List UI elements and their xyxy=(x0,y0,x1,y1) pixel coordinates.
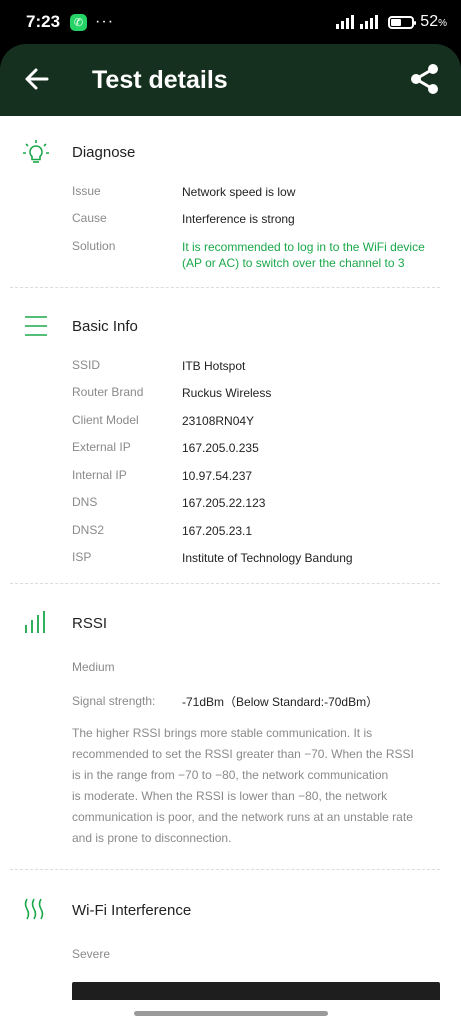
battery-icon xyxy=(388,15,417,29)
list-icon xyxy=(25,316,47,336)
internal-ip-label: Internal IP xyxy=(72,468,127,482)
cellular-signal-icon xyxy=(336,15,355,29)
solution-value-line2: (AP or AC) to switch over the channel to… xyxy=(182,256,405,270)
ssid-value: ITB Hotspot xyxy=(182,359,246,373)
page-title: Test details xyxy=(92,66,228,94)
wifi-interference-title: Wi-Fi Interference xyxy=(72,902,192,919)
cellular-signal-2-icon xyxy=(360,15,379,29)
signal-bars-icon xyxy=(25,611,45,633)
router-brand-value: Ruckus Wireless xyxy=(182,386,272,400)
app-header: Test details xyxy=(0,44,461,116)
rssi-title: RSSI xyxy=(72,615,108,632)
rssi-description-line: is in the range from −70 to −80, the net… xyxy=(72,768,389,782)
divider xyxy=(10,583,440,584)
isp-label: ISP xyxy=(72,550,92,564)
dns2-value: 167.205.23.1 xyxy=(182,524,253,538)
ssid-label: SSID xyxy=(72,358,101,372)
status-bar: 7:23 ✆ ··· 52% xyxy=(0,0,461,44)
status-time: 7:23 xyxy=(26,12,61,31)
divider xyxy=(10,869,440,870)
wave-interference-icon xyxy=(24,898,44,920)
rssi-description-line: is moderate. When the RSSI is lower than… xyxy=(72,789,388,803)
rssi-description-line: recommended to set the RSSI greater than… xyxy=(72,747,414,761)
battery-percent: 52% xyxy=(420,13,447,30)
signal-strength-label: Signal strength: xyxy=(72,694,156,708)
divider xyxy=(10,287,440,288)
wifi-interference-level: Severe xyxy=(72,947,111,961)
rssi-description: The higher RSSI brings more stable commu… xyxy=(72,723,434,849)
rssi-description-line: and is prone to disconnection. xyxy=(72,831,232,845)
external-ip-value: 167.205.0.235 xyxy=(182,441,259,455)
basic-info-title: Basic Info xyxy=(72,318,138,335)
dns-label: DNS xyxy=(72,495,98,509)
client-model-value: 23108RN04Y xyxy=(182,414,255,428)
signal-strength-value: -71dBm（Below Standard:-70dBm） xyxy=(182,695,379,709)
solution-label: Solution xyxy=(72,239,116,253)
dns2-label: DNS2 xyxy=(72,523,105,537)
issue-value: Network speed is low xyxy=(182,185,296,199)
rssi-description-line: communication is poor, and the network r… xyxy=(72,810,413,824)
diagnose-title: Diagnose xyxy=(72,144,136,161)
back-arrow-icon[interactable] xyxy=(22,64,52,94)
cause-value: Interference is strong xyxy=(182,212,295,226)
dns-value: 167.205.22.123 xyxy=(182,496,266,510)
cause-label: Cause xyxy=(72,211,107,225)
home-indicator[interactable] xyxy=(134,1011,328,1016)
gesture-nav-bar xyxy=(0,1000,461,1024)
client-model-label: Client Model xyxy=(72,413,139,427)
router-brand-label: Router Brand xyxy=(72,385,144,399)
more-notifications-icon: ··· xyxy=(95,13,115,30)
isp-value: Institute of Technology Bandung xyxy=(182,551,353,565)
rssi-description-line: The higher RSSI brings more stable commu… xyxy=(72,726,373,740)
issue-label: Issue xyxy=(72,184,101,198)
lightbulb-icon xyxy=(23,140,49,163)
external-ip-label: External IP xyxy=(72,440,131,454)
rssi-level: Medium xyxy=(72,660,115,674)
internal-ip-value: 10.97.54.237 xyxy=(182,469,253,483)
whatsapp-icon: ✆ xyxy=(70,13,88,31)
solution-value-line1: It is recommended to log in to the WiFi … xyxy=(182,240,425,254)
share-icon[interactable] xyxy=(408,62,442,96)
